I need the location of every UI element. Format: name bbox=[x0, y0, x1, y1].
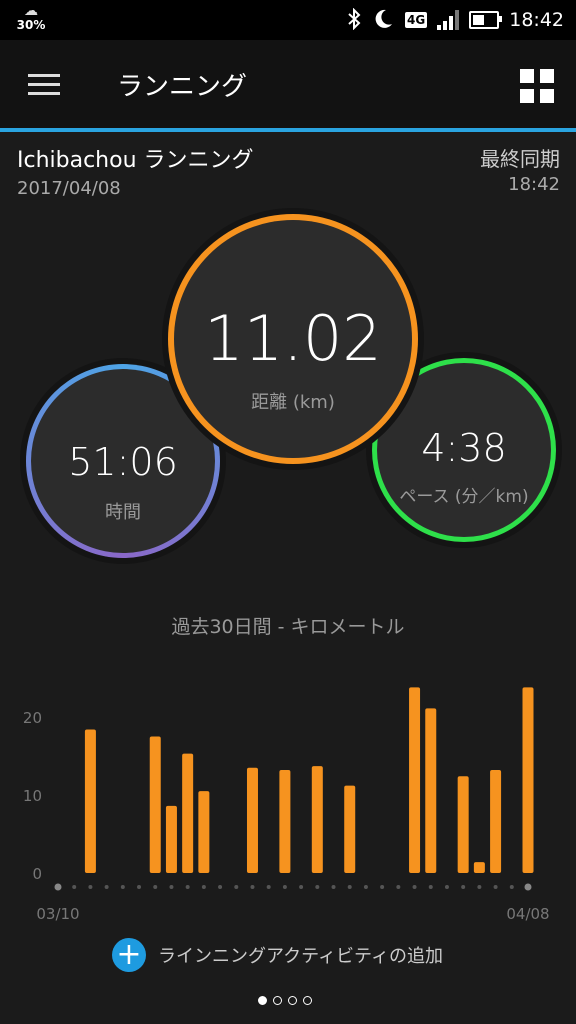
accent-divider bbox=[0, 128, 576, 132]
day-dot bbox=[153, 885, 158, 889]
distance-label: 距離 (km) bbox=[251, 392, 335, 413]
day-dot bbox=[299, 885, 304, 889]
status-time: 18:42 bbox=[509, 9, 564, 31]
add-activity-button[interactable]: + ラインニングアクティビティの追加 bbox=[112, 937, 443, 973]
chart-bar bbox=[490, 770, 502, 873]
activity-date: 2017/04/08 bbox=[17, 178, 121, 199]
day-dot bbox=[282, 885, 287, 889]
x-start-label: 03/10 bbox=[36, 905, 79, 923]
day-dot bbox=[315, 885, 320, 889]
page-indicator bbox=[258, 996, 312, 1005]
chart-bar bbox=[165, 805, 177, 873]
day-dot bbox=[88, 885, 93, 889]
day-dot bbox=[524, 883, 532, 891]
y-tick-label: 20 bbox=[23, 709, 42, 727]
chart-bar bbox=[149, 736, 161, 873]
day-dot bbox=[120, 885, 125, 889]
page-dot[interactable] bbox=[288, 996, 297, 1005]
plus-icon: + bbox=[112, 938, 146, 972]
weather-percent: 30% bbox=[16, 18, 46, 32]
day-dot bbox=[331, 885, 336, 889]
cloud-icon: ☁ bbox=[24, 3, 38, 19]
day-dot bbox=[477, 885, 482, 889]
day-dot bbox=[201, 885, 206, 889]
day-dot bbox=[54, 883, 62, 891]
last-sync-time: 18:42 bbox=[508, 174, 560, 195]
signal-icon bbox=[437, 10, 460, 30]
day-dot bbox=[461, 885, 466, 889]
day-dot bbox=[347, 885, 352, 889]
day-dot bbox=[72, 885, 77, 889]
distance-gauge[interactable]: 11.02 距離 (km) bbox=[162, 208, 424, 470]
x-end-label: 04/08 bbox=[506, 905, 549, 923]
day-dot bbox=[266, 885, 271, 889]
time-label: 時間 bbox=[105, 502, 141, 523]
day-dot bbox=[493, 885, 498, 889]
page-dot[interactable] bbox=[303, 996, 312, 1005]
chart-bar bbox=[279, 770, 291, 873]
y-tick-label: 0 bbox=[32, 865, 42, 883]
chart-bar bbox=[84, 729, 96, 873]
pace-value: 4:38 bbox=[421, 426, 507, 470]
day-dot bbox=[137, 885, 142, 889]
day-dot bbox=[428, 885, 433, 889]
pace-label: ペース (分／km) bbox=[399, 487, 529, 507]
hamburger-icon[interactable] bbox=[28, 74, 60, 95]
day-dot bbox=[509, 885, 514, 889]
chart-bar bbox=[522, 687, 534, 873]
page-title: ランニング bbox=[117, 72, 248, 102]
day-dot bbox=[363, 885, 368, 889]
time-value: 51:06 bbox=[68, 440, 178, 484]
y-tick-label: 10 bbox=[23, 787, 42, 805]
distance-value: 11.02 bbox=[204, 302, 382, 375]
chart-bar bbox=[198, 791, 210, 873]
app-bar: ランニング bbox=[0, 40, 576, 128]
activity-name[interactable]: Ichibachou ランニング bbox=[17, 142, 254, 174]
bluetooth-icon bbox=[347, 7, 361, 33]
chart-bar bbox=[409, 687, 421, 873]
distance-bar-chart[interactable]: 0 10 20 03/10 04/08 bbox=[0, 670, 576, 930]
day-dot bbox=[218, 885, 223, 889]
chart-bar bbox=[457, 776, 469, 873]
grid-icon[interactable] bbox=[520, 69, 554, 103]
day-dot bbox=[234, 885, 239, 889]
weather-indicator: ☁ 30% bbox=[14, 4, 48, 32]
chart-bar bbox=[425, 708, 437, 873]
day-dot bbox=[250, 885, 255, 889]
chart-bar bbox=[246, 767, 258, 873]
day-dot bbox=[396, 885, 401, 889]
last-sync-label: 最終同期 bbox=[480, 147, 560, 171]
chart-bar bbox=[311, 766, 323, 873]
day-dot bbox=[185, 885, 190, 889]
day-dot bbox=[169, 885, 174, 889]
day-dot bbox=[412, 885, 417, 889]
chart-bar bbox=[344, 785, 356, 873]
page-dot[interactable] bbox=[258, 996, 267, 1005]
add-activity-label: ラインニングアクティビティの追加 bbox=[158, 946, 443, 967]
chart-title: 過去30日間 - キロメートル bbox=[171, 616, 405, 638]
day-dot bbox=[104, 885, 109, 889]
chart-bar bbox=[182, 753, 194, 873]
network-type-badge: 4G bbox=[405, 12, 428, 28]
moon-icon bbox=[371, 7, 395, 34]
day-dot bbox=[380, 885, 385, 889]
status-bar: ☁ 30% 4G 18:42 bbox=[0, 0, 576, 40]
battery-icon bbox=[469, 11, 503, 29]
day-dot bbox=[444, 885, 449, 889]
page-dot[interactable] bbox=[273, 996, 282, 1005]
chart-bar bbox=[473, 862, 485, 873]
